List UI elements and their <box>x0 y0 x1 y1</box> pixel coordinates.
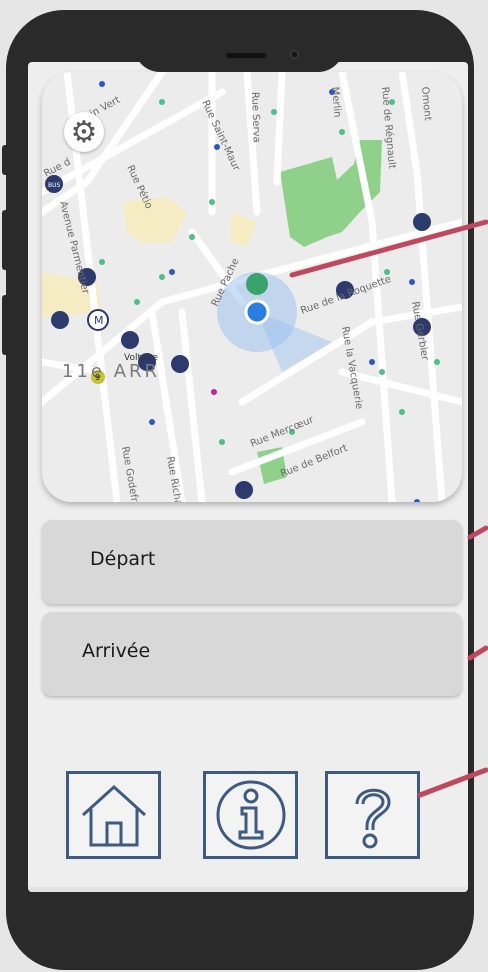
pointer-map <box>289 219 488 278</box>
pointer-arrival <box>467 645 488 661</box>
pointer-buttons <box>417 767 488 798</box>
pointer-departure <box>467 525 488 540</box>
annotation-pointers <box>289 219 488 798</box>
